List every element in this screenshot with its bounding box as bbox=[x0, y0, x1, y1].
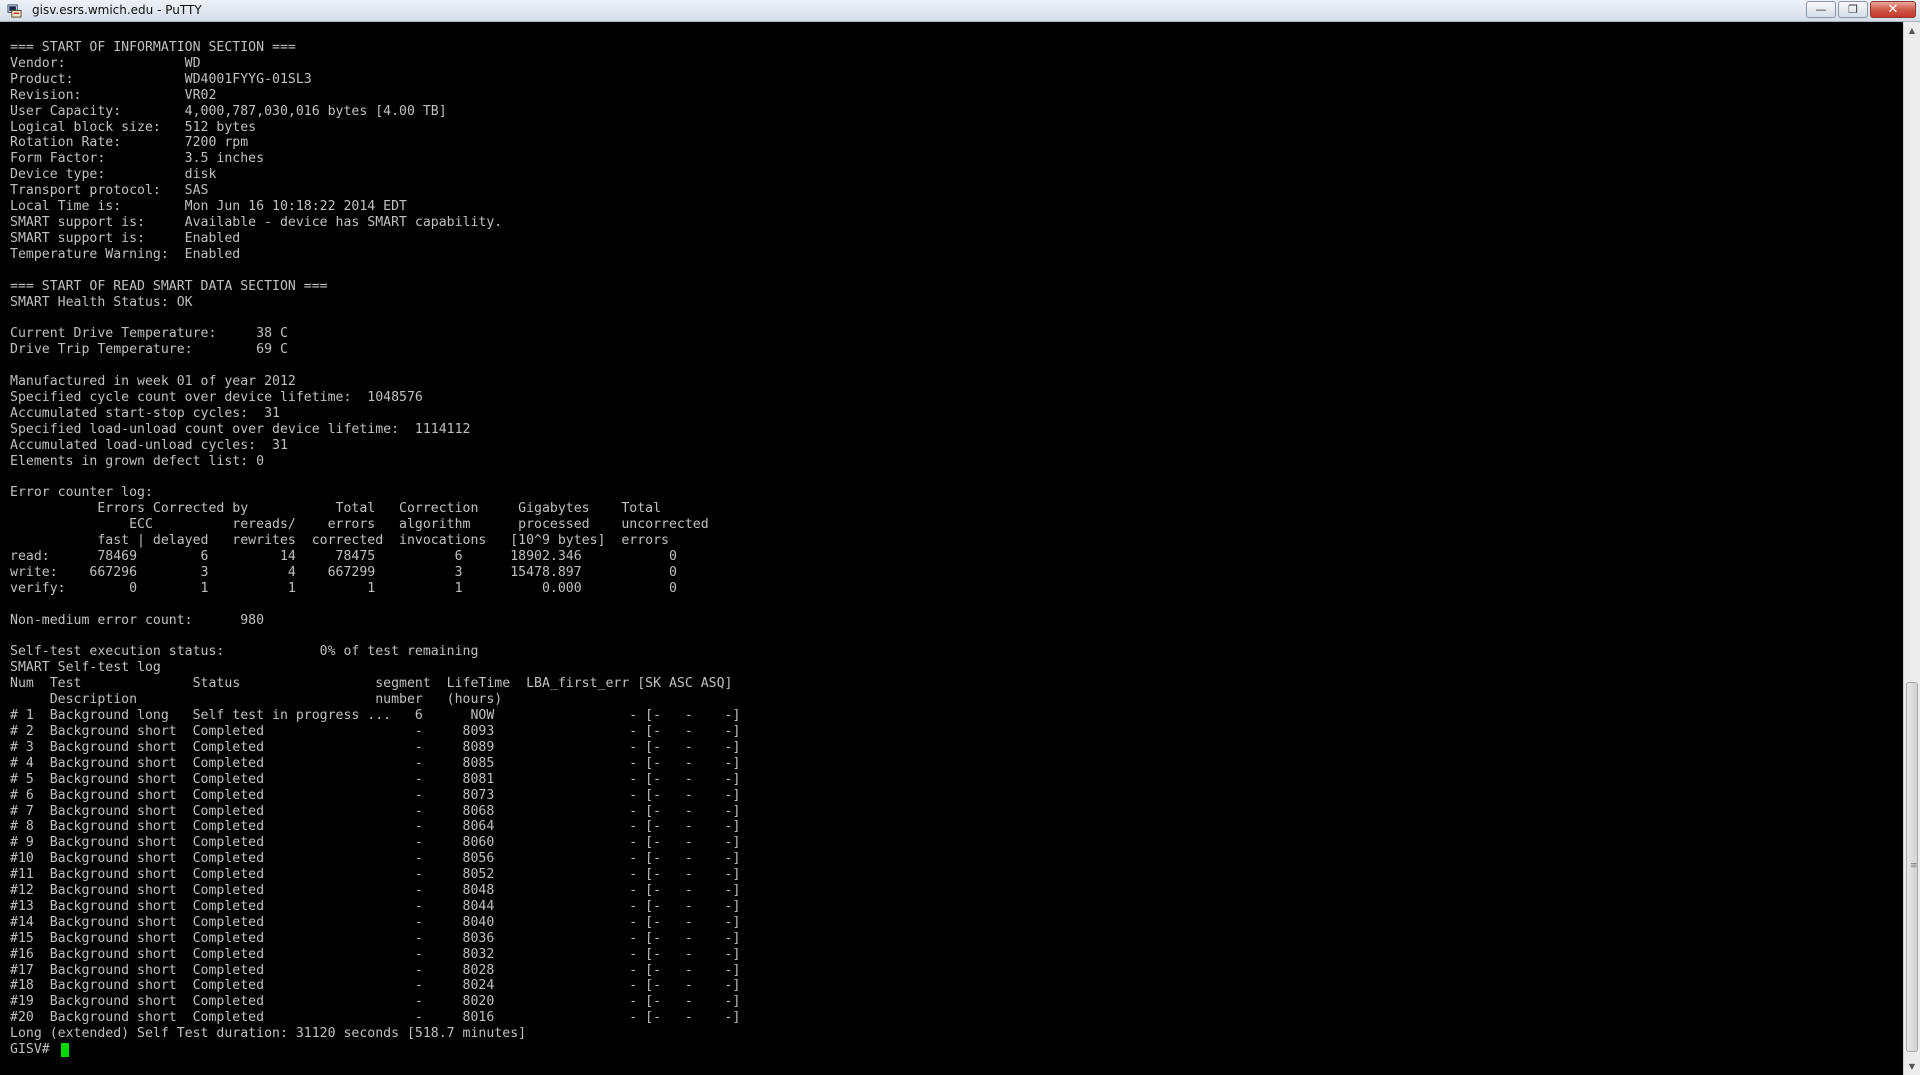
putty-window: gisv.esrs.wmich.edu - PuTTY — ❐ ✕ === ST… bbox=[0, 0, 1920, 1075]
scroll-down-button[interactable]: ▼ bbox=[1904, 1058, 1920, 1075]
maximize-button[interactable]: ❐ bbox=[1838, 1, 1868, 18]
grip-icon: ≡ bbox=[1910, 861, 1918, 871]
vertical-scrollbar[interactable]: ▲ ≡ ▼ bbox=[1903, 22, 1920, 1075]
minimize-button[interactable]: — bbox=[1806, 1, 1836, 18]
close-icon: ✕ bbox=[1887, 2, 1899, 17]
window-controls: — ❐ ✕ bbox=[1806, 1, 1916, 19]
arrow-down-icon: ▼ bbox=[1908, 1062, 1916, 1071]
shell-prompt: GISV# bbox=[10, 1042, 58, 1058]
smartctl-output: === START OF INFORMATION SECTION === Ven… bbox=[10, 40, 741, 1042]
arrow-up-icon: ▲ bbox=[1908, 26, 1916, 35]
prompt-line[interactable]: GISV# bbox=[10, 1042, 1903, 1058]
close-button[interactable]: ✕ bbox=[1870, 1, 1916, 18]
terminal-output: === START OF INFORMATION SECTION === Ven… bbox=[0, 22, 1903, 1058]
scroll-up-button[interactable]: ▲ bbox=[1904, 22, 1920, 39]
scroll-thumb[interactable]: ≡ bbox=[1906, 682, 1918, 1052]
title-bar[interactable]: gisv.esrs.wmich.edu - PuTTY — ❐ ✕ bbox=[0, 0, 1920, 22]
maximize-icon: ❐ bbox=[1848, 3, 1858, 16]
window-title: gisv.esrs.wmich.edu - PuTTY bbox=[32, 3, 202, 17]
putty-icon[interactable] bbox=[7, 3, 22, 18]
minimize-icon: — bbox=[1815, 3, 1827, 16]
text-cursor bbox=[60, 1043, 69, 1058]
terminal-area[interactable]: === START OF INFORMATION SECTION === Ven… bbox=[0, 22, 1903, 1075]
